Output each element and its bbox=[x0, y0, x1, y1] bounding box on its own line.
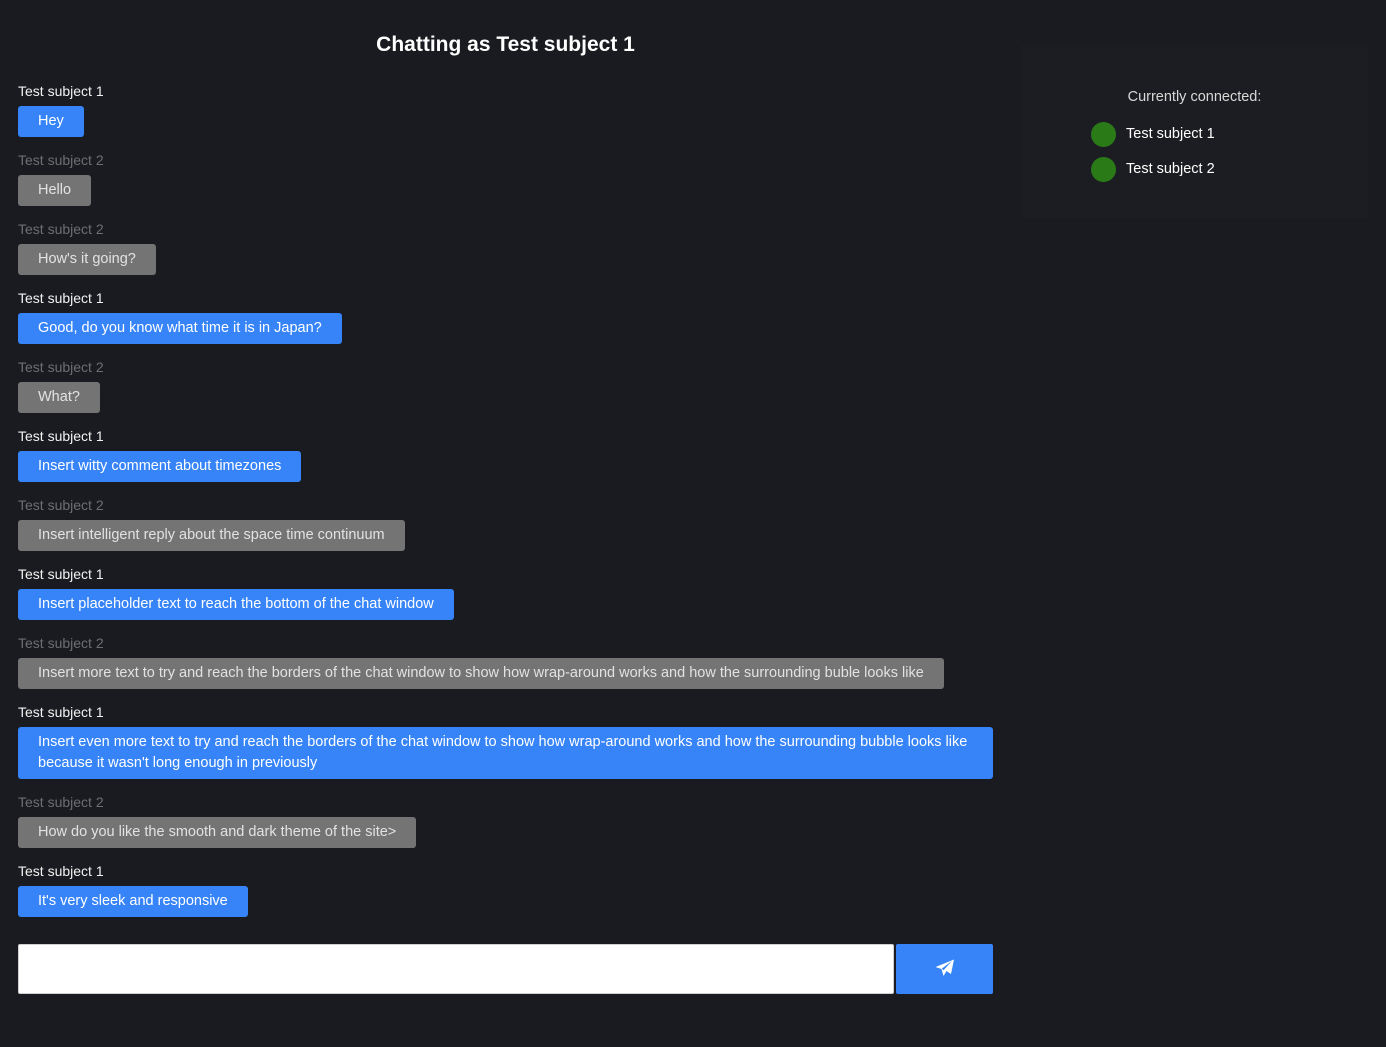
connected-user: Test subject 2 bbox=[1091, 156, 1215, 182]
own-message-bubble: Insert even more text to try and reach t… bbox=[18, 727, 993, 779]
message-sender: Test subject 2 bbox=[18, 635, 104, 651]
connected-users-panel: Currently connected: Test subject 1 Test … bbox=[1021, 45, 1368, 218]
other-message-bubble: Insert more text to try and reach the bo… bbox=[18, 658, 944, 689]
chat-message: Test subject 1 Hey bbox=[18, 81, 993, 137]
other-message-bubble: What? bbox=[18, 382, 100, 413]
other-message-bubble: How do you like the smooth and dark them… bbox=[18, 817, 417, 848]
send-button[interactable] bbox=[896, 944, 993, 994]
message-sender: Test subject 2 bbox=[18, 152, 104, 168]
own-message-bubble: Hey bbox=[18, 106, 84, 137]
own-message-bubble: Good, do you know what time it is in Jap… bbox=[18, 313, 342, 344]
connected-user-name: Test subject 1 bbox=[1126, 126, 1215, 142]
connected-heading: Currently connected: bbox=[1127, 89, 1262, 105]
chat-message: Test subject 2 Hello bbox=[18, 150, 993, 206]
message-sender: Test subject 2 bbox=[18, 497, 104, 513]
chat-message: Test subject 1 Insert even more text to t… bbox=[18, 702, 993, 779]
online-status-icon bbox=[1091, 121, 1116, 147]
other-message-bubble: How's it going? bbox=[18, 244, 156, 275]
other-message-bubble: Insert intelligent reply about the space… bbox=[18, 520, 405, 551]
message-composer bbox=[18, 944, 993, 994]
connected-user-list: Test subject 1 Test subject 2 bbox=[1091, 121, 1215, 191]
own-message-bubble: Insert placeholder text to reach the bot… bbox=[18, 589, 454, 620]
own-message-bubble: It's very sleek and responsive bbox=[18, 886, 248, 917]
message-input[interactable] bbox=[18, 944, 894, 994]
message-sender: Test subject 2 bbox=[18, 221, 104, 237]
message-sender: Test subject 1 bbox=[18, 83, 104, 99]
paper-plane-icon bbox=[935, 959, 955, 980]
online-status-icon bbox=[1091, 156, 1116, 182]
message-sender: Test subject 1 bbox=[18, 566, 104, 582]
message-sender: Test subject 1 bbox=[18, 428, 104, 444]
chat-message: Test subject 2 Insert more text to try an… bbox=[18, 633, 993, 689]
chat-message: Test subject 2 Insert intelligent reply a… bbox=[18, 495, 993, 551]
chat-page: Chatting as Test subject 1 Test subject … bbox=[0, 0, 1386, 1047]
connected-user: Test subject 1 bbox=[1091, 121, 1215, 147]
chat-message: Test subject 1 Insert witty comment about… bbox=[18, 426, 993, 482]
chat-message: Test subject 2 What? bbox=[18, 357, 993, 413]
other-message-bubble: Hello bbox=[18, 175, 92, 206]
message-sender: Test subject 1 bbox=[18, 290, 104, 306]
chat-title: Chatting as Test subject 1 bbox=[376, 33, 635, 56]
chat-message: Test subject 1 Insert placeholder text to… bbox=[18, 564, 993, 620]
chat-message: Test subject 1 It's very sleek and respon… bbox=[18, 861, 993, 917]
chat-message: Test subject 2 How do you like the smooth… bbox=[18, 792, 993, 848]
message-list[interactable]: Test subject 1 Hey Test subject 2 Hello Test… bbox=[18, 81, 993, 930]
message-sender: Test subject 1 bbox=[18, 863, 104, 879]
chat-message: Test subject 2 How's it going? bbox=[18, 219, 993, 275]
connected-user-name: Test subject 2 bbox=[1126, 161, 1215, 177]
message-sender: Test subject 1 bbox=[18, 704, 104, 720]
own-message-bubble: Insert witty comment about timezones bbox=[18, 451, 302, 482]
message-sender: Test subject 2 bbox=[18, 794, 104, 810]
chat-panel: Chatting as Test subject 1 Test subject … bbox=[18, 30, 993, 930]
chat-message: Test subject 1 Good, do you know what tim… bbox=[18, 288, 993, 344]
message-sender: Test subject 2 bbox=[18, 359, 104, 375]
